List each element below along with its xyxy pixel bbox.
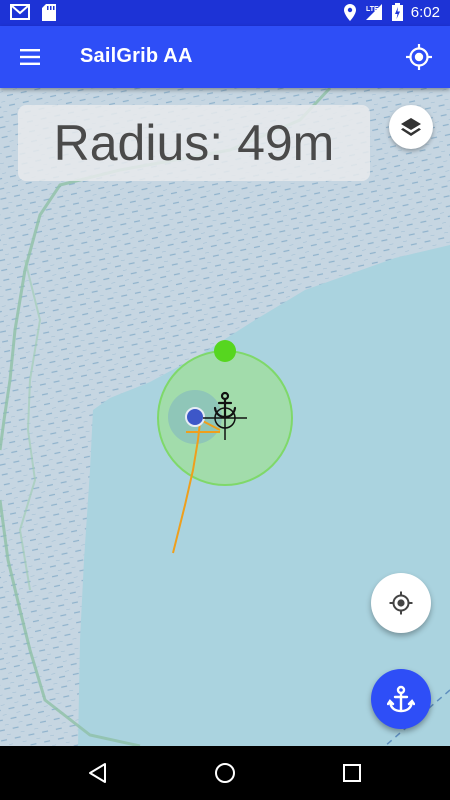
sd-card-icon: [42, 4, 56, 21]
layers-button[interactable]: [389, 105, 433, 149]
radius-label: Radius: 49m: [53, 115, 335, 171]
home-icon[interactable]: [213, 761, 237, 785]
gmail-icon: [10, 4, 30, 20]
nautical-map[interactable]: [0, 88, 450, 746]
status-bar: LTE 6:02: [0, 0, 450, 26]
system-nav-bar: [0, 746, 450, 800]
layers-icon: [401, 118, 421, 136]
clock: 6:02: [410, 3, 440, 21]
radius-drag-handle[interactable]: [214, 340, 236, 362]
app-bar: SailGrib AA: [0, 26, 450, 88]
back-icon[interactable]: [86, 761, 110, 785]
menu-icon[interactable]: [18, 45, 42, 69]
location-icon: [343, 3, 356, 21]
battery-icon: [391, 3, 403, 21]
map-canvas[interactable]: [0, 88, 450, 746]
boat-position: [185, 407, 205, 427]
network-type: LTE: [366, 6, 379, 13]
recents-icon[interactable]: [340, 761, 364, 785]
anchor-icon: [387, 685, 415, 713]
my-location-icon: [389, 591, 413, 615]
signal-icon: LTE: [365, 4, 382, 20]
gps-fixed-icon[interactable]: [404, 42, 434, 72]
app-title: SailGrib AA: [80, 45, 193, 67]
radius-readout: Radius: 49m: [18, 105, 370, 181]
anchor-button[interactable]: [371, 669, 431, 729]
my-location-button[interactable]: [371, 573, 431, 633]
